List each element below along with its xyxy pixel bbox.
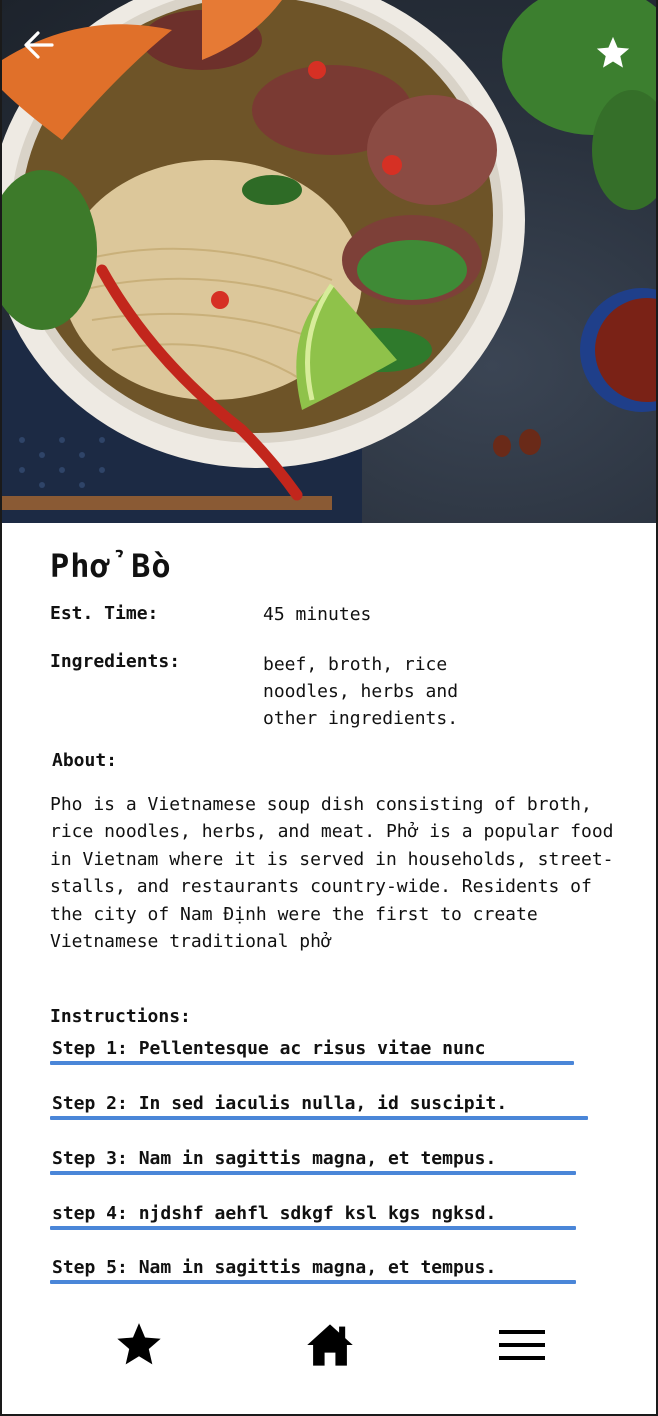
star-icon: [596, 36, 630, 68]
about-text: Pho is a Vietnamese soup dish consisting…: [50, 794, 614, 953]
instruction-step-text: Step 2: In sed iaculis nulla, id suscipi…: [52, 1093, 508, 1114]
nav-favorites-button[interactable]: [109, 1315, 169, 1375]
about-label: About:: [52, 750, 118, 771]
ingredients-value: beef, broth, rice noodles, herbs and oth…: [263, 654, 459, 729]
est-time-label: Est. Time:: [50, 603, 159, 624]
step-link-underline: [50, 1226, 576, 1230]
recipe-screen: Phở Bò Est. Time: 45 minutes Ingredients…: [0, 0, 658, 1416]
step-link-underline: [50, 1116, 588, 1120]
nav-home-button[interactable]: [300, 1315, 360, 1375]
nav-menu-button[interactable]: [492, 1315, 552, 1375]
bottom-navigation: [2, 1305, 656, 1385]
instruction-step[interactable]: Step 5: Nam in sagittis magna, et tempus…: [50, 1257, 576, 1284]
star-icon: [117, 1323, 161, 1365]
recipe-hero-image: [2, 0, 656, 523]
instruction-step-text: Step 5: Nam in sagittis magna, et tempus…: [52, 1257, 497, 1278]
instruction-step[interactable]: Step 1: Pellentesque ac risus vitae nunc: [50, 1038, 574, 1065]
instruction-step-text: Step 1: Pellentesque ac risus vitae nunc: [52, 1038, 486, 1059]
instructions-label: Instructions:: [50, 1006, 191, 1027]
instruction-step-text: Step 3: Nam in sagittis magna, et tempus…: [52, 1148, 497, 1169]
instruction-step-text: step 4: njdshf aehfl sdkgf ksl kgs ngksd…: [52, 1203, 497, 1224]
est-time-value: 45 minutes: [263, 604, 372, 625]
pho-bowl-illustration: [2, 0, 656, 523]
instruction-step[interactable]: step 4: njdshf aehfl sdkgf ksl kgs ngksd…: [50, 1203, 576, 1230]
home-icon: [307, 1324, 353, 1366]
step-link-underline: [50, 1061, 574, 1065]
favorite-button[interactable]: [594, 34, 642, 82]
hamburger-menu-icon: [499, 1330, 545, 1360]
step-link-underline: [50, 1280, 576, 1284]
recipe-title: Phở Bò: [50, 547, 172, 585]
back-button[interactable]: [22, 28, 70, 76]
step-link-underline: [50, 1171, 576, 1175]
ingredients-label: Ingredients:: [50, 651, 181, 672]
instruction-step[interactable]: Step 2: In sed iaculis nulla, id suscipi…: [50, 1093, 588, 1120]
arrow-left-icon: [24, 31, 54, 59]
instruction-step[interactable]: Step 3: Nam in sagittis magna, et tempus…: [50, 1148, 576, 1175]
